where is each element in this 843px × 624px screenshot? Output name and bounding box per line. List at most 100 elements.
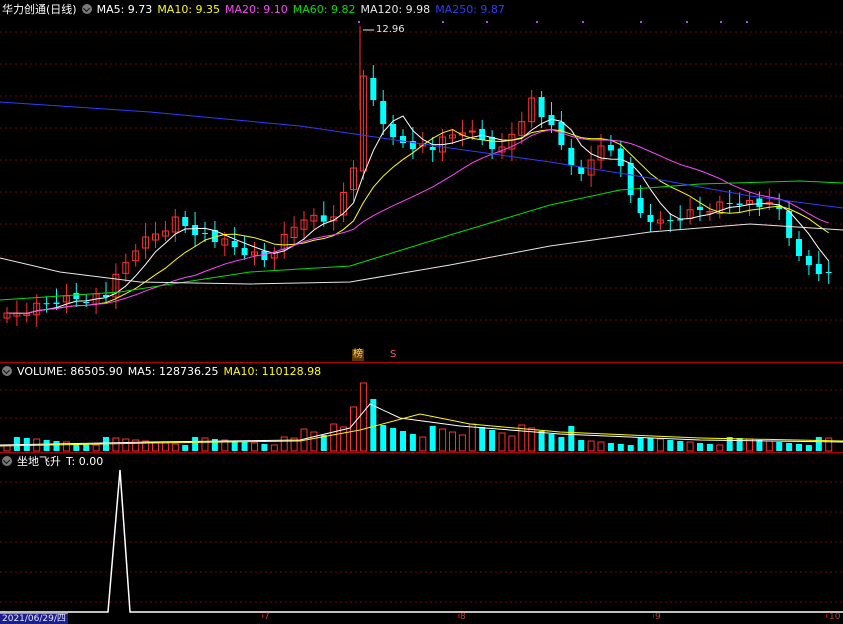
volume-bar-down bbox=[697, 443, 703, 451]
collapse-toggle-icon[interactable] bbox=[2, 366, 12, 376]
collapse-toggle-icon[interactable] bbox=[2, 456, 12, 466]
volume-bar-down bbox=[390, 428, 397, 451]
volume-bar-down bbox=[667, 440, 674, 451]
volume-bar-up bbox=[439, 428, 447, 452]
axis-tick-label: 10 bbox=[829, 612, 841, 622]
ma120-label: MA120: 9.98 bbox=[360, 3, 431, 16]
indicator-chart[interactable] bbox=[0, 452, 843, 614]
time-axis bbox=[0, 614, 843, 623]
volume-bar-up bbox=[350, 406, 357, 452]
volume-bar-up bbox=[92, 444, 100, 452]
volume-bar-up bbox=[419, 436, 427, 452]
candle-down bbox=[736, 203, 743, 205]
candle-down bbox=[53, 302, 60, 304]
candle-down bbox=[380, 101, 387, 124]
ma60-line bbox=[0, 180, 843, 301]
volume-bar-down bbox=[805, 445, 812, 451]
volume-bar-up bbox=[716, 444, 724, 452]
volume-bar-down bbox=[796, 444, 802, 451]
volume-bar-down bbox=[558, 437, 565, 451]
signal-dot bbox=[358, 21, 360, 23]
collapse-toggle-icon[interactable] bbox=[81, 4, 92, 14]
volume-bar-down bbox=[380, 425, 387, 451]
volume-bar-down bbox=[647, 438, 654, 451]
volume-bar-down bbox=[231, 441, 238, 451]
volume-bar-down bbox=[241, 442, 248, 451]
candlestick-chart[interactable] bbox=[0, 0, 843, 362]
candle-down bbox=[489, 137, 496, 149]
axis-tick-mark bbox=[826, 614, 827, 618]
volume-bar-down bbox=[736, 438, 743, 451]
candle-down bbox=[370, 78, 377, 100]
volume-bar-up bbox=[330, 423, 338, 452]
candle-down bbox=[479, 129, 486, 140]
candle-down bbox=[261, 251, 268, 260]
candle-down bbox=[202, 233, 208, 234]
candle-down bbox=[637, 198, 644, 213]
candle-down bbox=[697, 206, 703, 210]
volume-header: VOLUME: 86505.90 MA5: 128736.25 MA10: 1101… bbox=[2, 365, 326, 378]
candle-down bbox=[390, 124, 397, 137]
volume-bar-down bbox=[192, 437, 199, 451]
volume-bar-up bbox=[508, 435, 516, 452]
candle-down bbox=[182, 217, 189, 226]
indicator-panel[interactable]: 坐地飞升 T: 0.00 bbox=[0, 452, 843, 614]
peak-price-label: 12.96 bbox=[376, 24, 405, 35]
signal-dot bbox=[536, 21, 538, 23]
volume-bar-up bbox=[161, 442, 169, 452]
candle-up bbox=[468, 130, 476, 133]
candle-down bbox=[241, 248, 248, 255]
candle-down bbox=[83, 302, 90, 303]
signal-dot bbox=[746, 21, 748, 23]
candle-down bbox=[568, 148, 575, 165]
candle-down bbox=[796, 239, 802, 256]
signal-dot bbox=[686, 21, 688, 23]
ma60-label: MA60: 9.82 bbox=[292, 3, 356, 16]
volume-bar-up bbox=[251, 442, 258, 452]
vol-ma10-label: MA10: 110128.98 bbox=[223, 365, 322, 378]
candle-down bbox=[231, 241, 238, 247]
candle-down bbox=[647, 215, 654, 222]
signal-dot bbox=[720, 21, 722, 23]
volume-bar-up bbox=[468, 423, 476, 452]
volume-bar-up bbox=[270, 444, 278, 452]
volume-bar-down bbox=[568, 426, 575, 451]
volume-bar-up bbox=[310, 431, 318, 452]
ma20-line bbox=[6, 129, 829, 314]
volume-bar-down bbox=[479, 427, 486, 451]
candle-down bbox=[192, 225, 199, 235]
volume-bar-up bbox=[458, 434, 466, 452]
candle-down bbox=[400, 136, 406, 143]
volume-bar-up bbox=[656, 438, 664, 452]
volume-bar-down bbox=[815, 437, 822, 451]
volume-bar-up bbox=[201, 437, 209, 452]
volume-bar-up bbox=[825, 437, 833, 452]
volume-bar-up bbox=[498, 432, 506, 452]
volume-bar-up bbox=[597, 441, 605, 452]
ma20-label: MA20: 9.10 bbox=[225, 3, 288, 16]
volume-bar-down bbox=[637, 437, 644, 451]
volume-bar-down bbox=[627, 445, 634, 451]
candle-down bbox=[667, 220, 674, 221]
ranking-badge[interactable]: 榜 bbox=[352, 349, 364, 361]
volume-bar-down bbox=[706, 444, 713, 451]
axis-tick-mark bbox=[262, 614, 263, 618]
volume-bar-down bbox=[578, 440, 585, 451]
volume-bar-down bbox=[261, 444, 268, 451]
candle-down bbox=[320, 215, 327, 222]
candle-down bbox=[815, 264, 822, 274]
price-panel[interactable]: 华力创通(日线) MA5: 9.73 MA10: 9.35 MA20: 9.10 MA6… bbox=[0, 0, 843, 362]
volume-bar-down bbox=[756, 440, 763, 451]
candle-down bbox=[627, 163, 634, 195]
ma5-label: MA5: 9.73 bbox=[96, 3, 153, 16]
volume-bar-down bbox=[677, 441, 684, 451]
signal-s-badge[interactable]: S bbox=[389, 349, 397, 361]
vol-ma10-line bbox=[0, 413, 843, 447]
ma120-line bbox=[0, 223, 843, 285]
ma250-label: MA250: 9.87 bbox=[435, 3, 505, 16]
candle-down bbox=[607, 145, 614, 151]
volume-panel[interactable]: VOLUME: 86505.90 MA5: 128736.25 MA10: 1101… bbox=[0, 362, 843, 452]
axis-tick-mark bbox=[458, 614, 459, 618]
volume-bar-down bbox=[409, 434, 416, 451]
candle-down bbox=[756, 198, 763, 207]
